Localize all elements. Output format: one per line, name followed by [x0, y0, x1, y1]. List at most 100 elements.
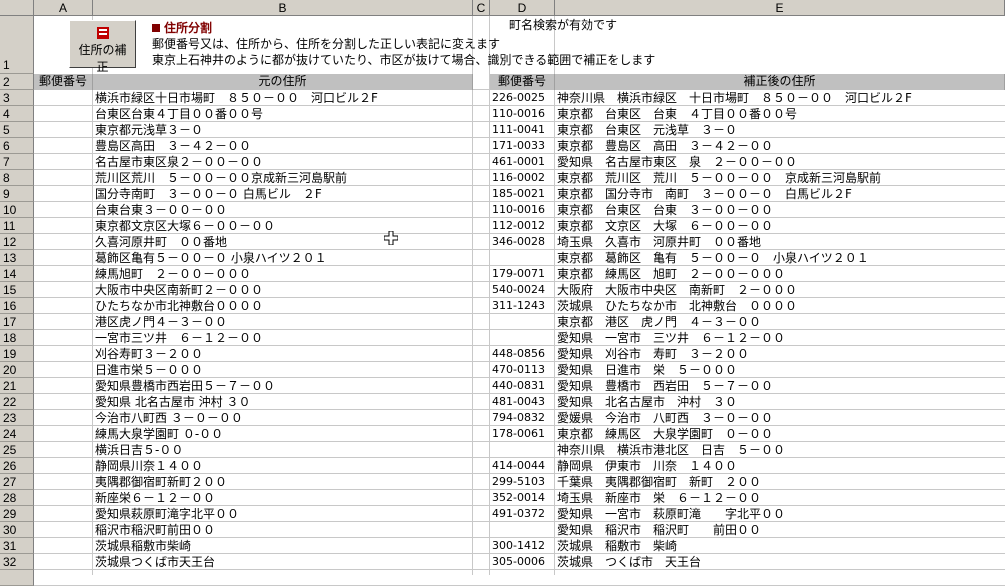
row-header[interactable]: 25 [0, 442, 34, 458]
original-address-cell[interactable]: 練馬旭町 ２－００－０００ [95, 266, 471, 282]
row-header[interactable]: 3 [0, 90, 34, 106]
row-header[interactable]: 17 [0, 314, 34, 330]
postal-code-cell[interactable]: 110-0016 [492, 106, 554, 122]
row-header[interactable]: 13 [0, 250, 34, 266]
row-header[interactable]: 27 [0, 474, 34, 490]
row-header[interactable]: 31 [0, 538, 34, 554]
row-header[interactable]: 22 [0, 394, 34, 410]
original-address-cell[interactable]: 新座栄６－１２－００ [95, 490, 471, 506]
postal-code-cell[interactable]: 171-0033 [492, 138, 554, 154]
postal-code-cell[interactable]: 299-5103 [492, 474, 554, 490]
original-address-cell[interactable]: 台東区台東４丁目００番００号 [95, 106, 471, 122]
column-header-a[interactable]: A [34, 0, 93, 16]
row-header[interactable]: 9 [0, 186, 34, 202]
corrected-address-cell[interactable]: 東京都 荒川区 荒川 ５－００－００ 京成新三河島駅前 [557, 170, 1003, 186]
column-header-d[interactable]: D [490, 0, 555, 16]
corrected-address-cell[interactable]: 埼玉県 久喜市 河原井町 ００番地 [557, 234, 1003, 250]
postal-code-cell[interactable] [492, 330, 554, 346]
postal-code-cell[interactable]: 179-0071 [492, 266, 554, 282]
corrected-address-cell[interactable]: 愛知県 豊橋市 西岩田 ５－７－００ [557, 378, 1003, 394]
postal-code-cell[interactable]: 116-0002 [492, 170, 554, 186]
original-address-cell[interactable]: 夷隅郡御宿町新町２００ [95, 474, 471, 490]
original-address-cell[interactable]: 愛知県萩原町滝字北平００ [95, 506, 471, 522]
postal-code-cell[interactable]: 311-1243 [492, 298, 554, 314]
row-header[interactable]: 29 [0, 506, 34, 522]
corrected-address-cell[interactable]: 東京都 豊島区 高田 ３－４２－００ [557, 138, 1003, 154]
corrected-address-cell[interactable]: 東京都 文京区 大塚 ６－００－００ [557, 218, 1003, 234]
original-address-cell[interactable]: 練馬大泉学園町 ０-００ [95, 426, 471, 442]
original-address-cell[interactable]: 久喜河原井町 ００番地 [95, 234, 471, 250]
postal-code-cell[interactable]: 346-0028 [492, 234, 554, 250]
original-address-cell[interactable]: 日進市栄５－０００ [95, 362, 471, 378]
corrected-address-cell[interactable]: 神奈川県 横浜市緑区 十日市場町 ８５０－００ 河口ビル２F [557, 90, 1003, 106]
row-header[interactable]: 10 [0, 202, 34, 218]
row-header[interactable]: 7 [0, 154, 34, 170]
row-header[interactable]: 12 [0, 234, 34, 250]
postal-code-cell[interactable]: 481-0043 [492, 394, 554, 410]
row-header[interactable]: 11 [0, 218, 34, 234]
original-address-cell[interactable]: 一宮市三ツ井 ６－１２－００ [95, 330, 471, 346]
original-address-cell[interactable]: 豊島区高田 ３－４２－００ [95, 138, 471, 154]
postal-code-cell[interactable]: 440-0831 [492, 378, 554, 394]
corrected-address-cell[interactable]: 神奈川県 横浜市港北区 日吉 ５－００ [557, 442, 1003, 458]
postal-code-cell[interactable]: 794-0832 [492, 410, 554, 426]
postal-code-header-left[interactable]: 郵便番号 [34, 74, 93, 90]
row-header[interactable]: 5 [0, 122, 34, 138]
address-correct-button[interactable]: 住所の補正 [69, 20, 136, 74]
original-address-cell[interactable]: 稲沢市稲沢町前田００ [95, 522, 471, 538]
row-header[interactable]: 21 [0, 378, 34, 394]
corrected-address-cell[interactable]: 愛知県 一宮市 萩原町滝 字北平００ [557, 506, 1003, 522]
postal-code-header-right[interactable]: 郵便番号 [490, 74, 555, 90]
postal-code-cell[interactable] [492, 442, 554, 458]
corrected-address-cell[interactable]: 愛知県 一宮市 三ツ井 ６－１２－００ [557, 330, 1003, 346]
postal-code-cell[interactable]: 110-0016 [492, 202, 554, 218]
postal-code-cell[interactable]: 226-0025 [492, 90, 554, 106]
row-header[interactable]: 26 [0, 458, 34, 474]
row-header[interactable]: 6 [0, 138, 34, 154]
original-address-cell[interactable]: 東京都元浅草３－０ [95, 122, 471, 138]
original-address-cell[interactable]: 台東台東３－００－００ [95, 202, 471, 218]
original-address-cell[interactable]: 茨城県つくば市天王台 [95, 554, 471, 570]
row-header[interactable] [0, 570, 34, 586]
corrected-address-cell[interactable]: 愛媛県 今治市 八町西 ３－０－００ [557, 410, 1003, 426]
postal-code-cell[interactable]: 540-0024 [492, 282, 554, 298]
original-address-cell[interactable]: 葛飾区亀有５－００－０ 小泉ハイツ２０１ [95, 250, 471, 266]
row-header[interactable]: 30 [0, 522, 34, 538]
row-header[interactable]: 14 [0, 266, 34, 282]
corrected-address-cell[interactable]: 東京都 国分寺市 南町 ３－００－０ 白馬ビル２F [557, 186, 1003, 202]
row-header[interactable]: 20 [0, 362, 34, 378]
original-address-cell[interactable]: 横浜市緑区十日市場町 ８５０－００ 河口ビル２F [95, 90, 471, 106]
row-header[interactable]: 16 [0, 298, 34, 314]
original-address-cell[interactable]: 国分寺南町 ３－００－０ 白馬ビル ２F [95, 186, 471, 202]
postal-code-cell[interactable] [492, 522, 554, 538]
column-header-blank[interactable] [0, 0, 34, 16]
corrected-address-cell[interactable]: 東京都 葛飾区 亀有 ５－００－０ 小泉ハイツ２０１ [557, 250, 1003, 266]
corrected-address-cell[interactable]: 茨城県 つくば市 天王台 [557, 554, 1003, 570]
postal-code-cell[interactable]: 461-0001 [492, 154, 554, 170]
original-address-cell[interactable]: 愛知県豊橋市西岩田５－７－００ [95, 378, 471, 394]
original-address-cell[interactable]: 愛知県 北名古屋市 沖村 ３０ [95, 394, 471, 410]
row-header[interactable]: 2 [0, 74, 34, 90]
postal-code-cell[interactable] [492, 314, 554, 330]
original-address-cell[interactable]: ひたちなか市北神敷台００００ [95, 298, 471, 314]
postal-code-cell[interactable]: 111-0041 [492, 122, 554, 138]
original-address-cell[interactable]: 静岡県川奈１４００ [95, 458, 471, 474]
corrected-address-cell[interactable]: 東京都 練馬区 大泉学園町 ０－００ [557, 426, 1003, 442]
original-address-cell[interactable]: 東京都文京区大塚６－００－００ [95, 218, 471, 234]
corrected-address-cell[interactable]: 東京都 練馬区 旭町 ２－００－０００ [557, 266, 1003, 282]
corrected-address-cell[interactable]: 東京都 台東区 台東 ３－００－００ [557, 202, 1003, 218]
corrected-address-cell[interactable]: 愛知県 北名古屋市 沖村 ３０ [557, 394, 1003, 410]
corrected-address-header[interactable]: 補正後の住所 [555, 74, 1005, 90]
postal-code-cell[interactable]: 448-0856 [492, 346, 554, 362]
corrected-address-cell[interactable]: 愛知県 日進市 栄 ５－０００ [557, 362, 1003, 378]
row-header[interactable]: 4 [0, 106, 34, 122]
column-header-e[interactable]: E [555, 0, 1005, 16]
postal-code-cell[interactable]: 470-0113 [492, 362, 554, 378]
corrected-address-cell[interactable]: 東京都 台東区 元浅草 ３－０ [557, 122, 1003, 138]
postal-code-cell[interactable]: 305-0006 [492, 554, 554, 570]
row-header[interactable]: 1 [0, 16, 34, 74]
postal-code-cell[interactable]: 414-0044 [492, 458, 554, 474]
postal-code-cell[interactable]: 185-0021 [492, 186, 554, 202]
row-header[interactable]: 28 [0, 490, 34, 506]
corrected-address-cell[interactable]: 愛知県 刈谷市 寿町 ３－２００ [557, 346, 1003, 362]
